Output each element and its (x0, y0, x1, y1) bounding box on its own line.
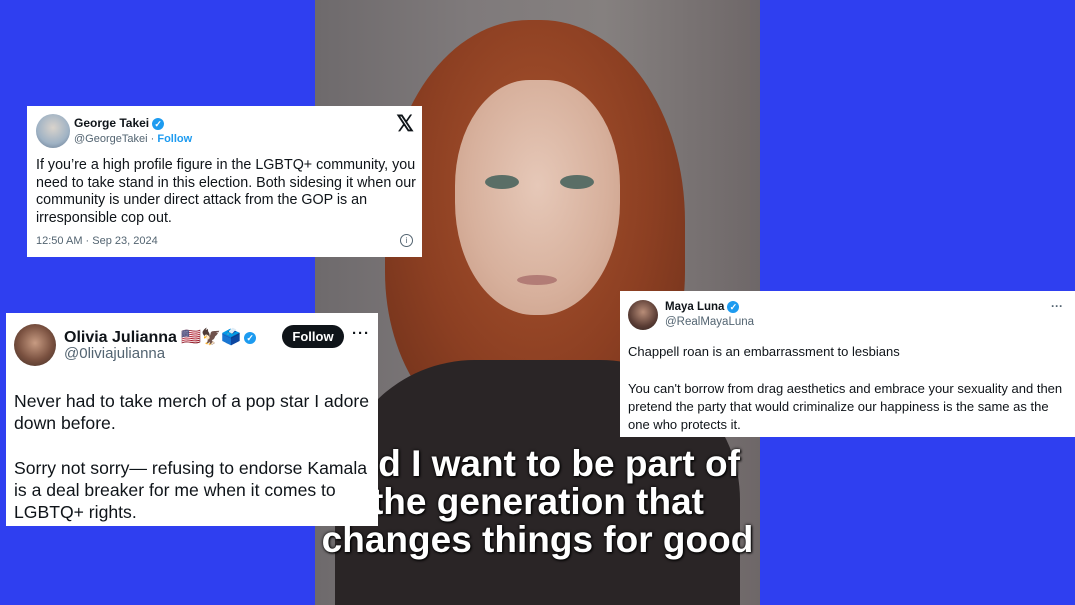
caption-line-2: the generation that (370, 481, 705, 522)
verified-badge-icon: ✓ (727, 301, 740, 313)
info-icon[interactable]: i (400, 234, 413, 247)
author-handle[interactable]: @GeorgeTakei (74, 133, 148, 145)
follow-button[interactable]: Follow (282, 325, 344, 348)
name-emoji: 🇺🇸🦅🗳️ (181, 329, 242, 346)
author-handle[interactable]: @0liviajulianna (64, 345, 165, 362)
tweet-card-george-takei: George Takei ✓ @GeorgeTakei · Follow 𝕏 If… (27, 106, 422, 257)
avatar[interactable] (14, 324, 56, 366)
tweet-paragraph-1: Chappell roan is an embarrassment to les… (628, 344, 900, 359)
caption-line-3: changes things for good (321, 519, 754, 560)
follow-link[interactable]: Follow (157, 133, 192, 145)
tweet-paragraph-2: Sorry not sorry— refusing to endorse Kam… (14, 458, 368, 522)
tweet-paragraph-1: Never had to take merch of a pop star I … (14, 391, 370, 433)
person-eye-right (560, 175, 594, 189)
author-handle-row: @GeorgeTakei · Follow (74, 133, 192, 145)
author-name-row: George Takei ✓ (74, 116, 165, 130)
tweet-timestamp[interactable]: 12:50 AM · Sep 23, 2024 (36, 235, 158, 247)
verified-badge-icon: ✓ (244, 331, 257, 344)
separator: · (150, 133, 155, 145)
tweet-text: If you’re a high profile figure in the L… (36, 157, 416, 226)
avatar[interactable] (36, 114, 70, 148)
person-eye-left (485, 175, 519, 189)
author-name[interactable]: Maya Luna (665, 301, 724, 313)
author-handle[interactable]: @RealMayaLuna (665, 316, 754, 328)
author-name[interactable]: Olivia Julianna (64, 329, 177, 346)
author-name-row: Maya Luna ✓ (665, 301, 740, 313)
verified-badge-icon: ✓ (152, 117, 165, 130)
tweet-card-olivia-julianna: Olivia Julianna 🇺🇸🦅🗳️ ✓ @0liviajulianna F… (6, 313, 378, 526)
video-caption: and I want to be part of the generation … (315, 445, 760, 559)
person-mouth (517, 275, 557, 285)
tweet-paragraph-2: You can't borrow from drag aesthetics an… (628, 381, 1063, 432)
author-name[interactable]: George Takei (74, 116, 149, 130)
more-options-icon[interactable]: ··· (1051, 299, 1063, 313)
avatar[interactable] (628, 300, 658, 330)
author-name-row: Olivia Julianna 🇺🇸🦅🗳️ ✓ (64, 327, 257, 347)
x-logo-icon[interactable]: 𝕏 (396, 111, 414, 137)
tweet-card-maya-luna: Maya Luna ✓ @RealMayaLuna ··· Chappell ro… (620, 291, 1075, 437)
caption-line-1: and I want to be part of (335, 443, 740, 484)
more-options-icon[interactable]: ··· (352, 325, 370, 342)
